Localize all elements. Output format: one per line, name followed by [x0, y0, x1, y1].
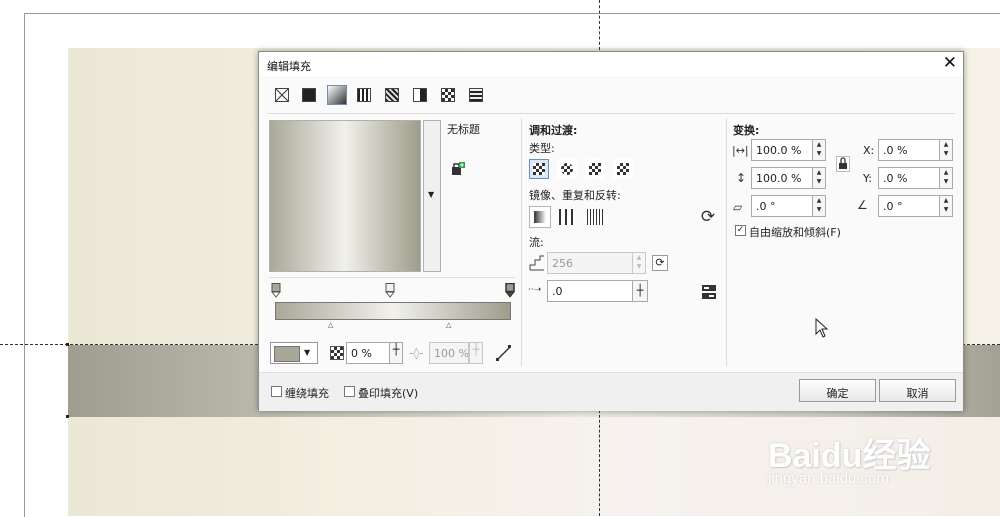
fill-width-icon: |↔| [732, 144, 749, 157]
edit-fill-dialog: 编辑填充 ✕ ▼ 无标题 △ △ ▼ 0 % ┼ -◊- 100 % ┼ 调和过… [258, 51, 964, 411]
linear-fountain-fill-button[interactable] [529, 159, 549, 179]
y-offset-spinner[interactable]: ▲ ▼ [939, 167, 953, 189]
close-icon[interactable]: ✕ [943, 53, 957, 73]
column-separator [521, 118, 522, 366]
mirror-repeat-reverse-label: 镜像、重复和反转: [529, 189, 621, 202]
rectangular-fountain-fill-button[interactable] [613, 159, 633, 179]
elliptical-fountain-fill-button[interactable] [557, 159, 577, 179]
skew-spinner[interactable]: ▲ ▼ [812, 195, 826, 217]
save-preset-icon[interactable] [451, 162, 465, 176]
reverse-fill-icon[interactable]: ⟳ [699, 208, 717, 226]
two-color-pattern-fill-icon[interactable] [357, 88, 371, 102]
skew-icon: ▱ [733, 200, 743, 214]
lock-ratio-icon[interactable] [836, 156, 850, 172]
repeat-button[interactable] [587, 209, 603, 225]
vertical-guide-line[interactable] [599, 410, 600, 516]
blend-heading: 调和过渡: [529, 124, 578, 137]
acceleration-input[interactable]: .0 [547, 280, 633, 302]
preset-name: 无标题 [447, 123, 480, 136]
node-position-icon: -◊- [409, 346, 424, 360]
gradient-node-start[interactable] [271, 283, 281, 298]
fountain-fill-icon[interactable] [327, 85, 347, 105]
no-fill-icon[interactable] [275, 88, 289, 102]
dialog-footer: 缠绕填充 叠印填充(V) 确定 取消 [259, 372, 963, 411]
preview-separator [269, 277, 515, 278]
uniform-fill-icon[interactable] [302, 88, 316, 102]
gradient-bar[interactable] [275, 302, 511, 320]
dialog-title: 编辑填充 [267, 60, 311, 73]
acceleration-icon: ··➝ [528, 285, 542, 295]
lock-steps-icon[interactable]: ⟳ [652, 255, 668, 271]
horizontal-guide-line[interactable] [0, 344, 258, 345]
rotate-spinner[interactable]: ▲ ▼ [939, 195, 953, 217]
repeat-mirror-button[interactable] [559, 209, 575, 225]
rotate-input[interactable]: .0 ° [878, 195, 940, 217]
vertical-guide-line[interactable] [599, 0, 600, 50]
fill-preview [269, 120, 421, 272]
horizontal-guide-line[interactable] [962, 344, 1000, 345]
midpoint-marker[interactable]: △ [446, 321, 451, 329]
fill-width-input[interactable]: 100.0 % [751, 139, 813, 161]
node-color-picker[interactable]: ▼ [270, 342, 318, 364]
fill-height-input[interactable]: 100.0 % [751, 167, 813, 189]
cancel-button[interactable]: 取消 [879, 379, 956, 402]
dialog-titlebar[interactable]: 编辑填充 ✕ [259, 52, 963, 76]
gradient-node-end[interactable] [505, 283, 515, 298]
free-scale-label: 自由缩放和倾斜(F) [749, 226, 841, 239]
fountain-steps-spinner[interactable]: ▲ ▼ [632, 252, 646, 274]
overprint-fill-checkbox[interactable] [344, 386, 355, 397]
column-separator [726, 118, 727, 366]
x-label: X: [863, 144, 875, 157]
overprint-fill-label: 叠印填充(V) [358, 387, 419, 400]
y-offset-input[interactable]: .0 % [878, 167, 940, 189]
y-label: Y: [863, 172, 872, 185]
transparency-icon [330, 346, 344, 360]
flow-label: 流: [529, 236, 544, 249]
vector-pattern-fill-icon[interactable] [385, 88, 399, 102]
selection-handle[interactable] [66, 343, 69, 346]
rotate-icon: ∠ [857, 198, 868, 212]
skew-input[interactable]: .0 ° [751, 195, 813, 217]
selection-handle[interactable] [66, 415, 69, 418]
baidu-watermark: Baidu经验 jingyan.baidu.com [768, 428, 943, 488]
node-transparency-input[interactable]: 0 % [346, 342, 390, 364]
fountain-steps-input[interactable]: 256 [547, 252, 633, 274]
default-fill-button[interactable] [529, 206, 551, 228]
conical-fountain-fill-button[interactable] [585, 159, 605, 179]
ok-button[interactable]: 确定 [799, 379, 876, 402]
smooth-transition-icon[interactable] [701, 284, 717, 300]
steps-icon [529, 255, 545, 271]
postscript-fill-icon[interactable] [469, 88, 483, 102]
preset-picker-button[interactable]: ▼ [423, 120, 441, 272]
fill-width-spinner[interactable]: ▲ ▼ [812, 139, 826, 161]
x-offset-spinner[interactable]: ▲ ▼ [939, 139, 953, 161]
texture-fill-icon[interactable] [441, 88, 455, 102]
transform-heading: 变换: [733, 124, 760, 137]
gradient-node-mid[interactable] [385, 283, 395, 298]
bitmap-pattern-fill-icon[interactable] [413, 88, 427, 102]
position-slider-button[interactable]: ┼ [469, 342, 483, 364]
fill-height-icon: ↕ [736, 171, 747, 185]
mouse-cursor-icon [815, 318, 829, 338]
node-position-input[interactable]: 100 % [429, 342, 469, 364]
transparency-slider-button[interactable]: ┼ [389, 342, 403, 364]
free-scale-checkbox[interactable]: ✓ [735, 225, 746, 236]
wrap-fill-label: 缠绕填充 [285, 387, 329, 400]
wrap-fill-checkbox[interactable] [271, 386, 282, 397]
free-transform-icon[interactable] [495, 344, 513, 362]
fill-height-spinner[interactable]: ▲ ▼ [812, 167, 826, 189]
x-offset-input[interactable]: .0 % [878, 139, 940, 161]
node-color-swatch [274, 346, 300, 362]
midpoint-marker[interactable]: △ [328, 321, 333, 329]
acceleration-slider-button[interactable]: ┼ [632, 280, 648, 302]
watermark-url: jingyan.baidu.com [768, 470, 889, 487]
toolbar-separator [267, 113, 955, 114]
type-label: 类型: [529, 142, 555, 155]
dropdown-arrow-icon: ▼ [428, 190, 435, 199]
dropdown-arrow-icon: ▼ [304, 348, 311, 357]
